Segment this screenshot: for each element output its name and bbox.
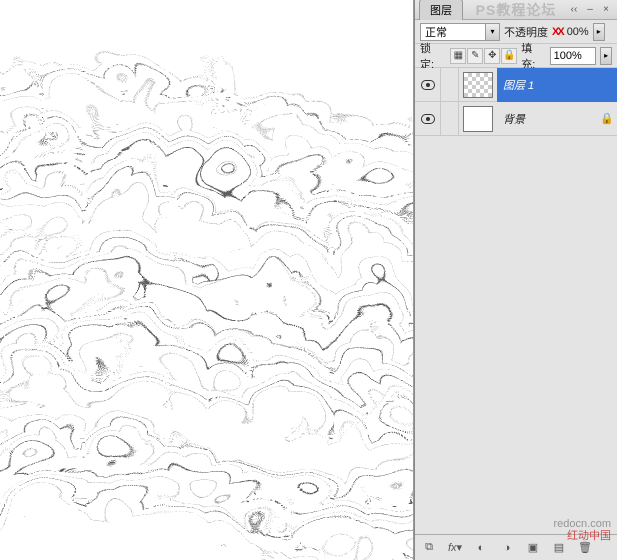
close-icon[interactable]: × [599,4,613,16]
fx-icon[interactable]: fx▾ [445,539,465,557]
layers-panel: 图层 PS教程论坛 ‹‹ – × 正常 ▾ 不透明度 XX 00% ▸ 锁定: ▦ … [414,0,617,560]
minimize-icon[interactable]: – [583,4,597,16]
layer-thumbnail[interactable] [463,106,493,132]
layer-row[interactable]: 图层 1 [415,68,617,102]
collapse-icon[interactable]: ‹‹ [567,4,581,16]
lock-position-icon[interactable]: ✥ [484,48,500,64]
opacity-flyout-icon[interactable]: ▸ [593,23,605,41]
link-column[interactable] [441,68,459,102]
layer-name[interactable]: 图层 1 [497,68,617,102]
visibility-toggle[interactable] [415,102,441,136]
panel-titlebar: 图层 PS教程论坛 ‹‹ – × [415,0,617,20]
lock-transparency-icon[interactable]: ▦ [450,48,466,64]
new-group-icon[interactable]: ▣ [523,539,543,557]
layer-mask-icon[interactable]: ◐ [471,539,491,557]
fill-input[interactable]: 100% [550,47,597,65]
layer-thumbnail[interactable] [463,72,493,98]
blend-mode-value: 正常 [425,24,447,40]
lock-pixels-icon[interactable]: ✎ [467,48,483,64]
lock-all-icon[interactable]: 🔒 [501,48,517,64]
opacity-label: 不透明度 [504,24,548,40]
opacity-xx-mark: XX [552,26,563,38]
lock-indicator-icon: 🔒 [597,112,617,125]
lock-row: 锁定: ▦ ✎ ✥ 🔒 填充: 100% ▸ [415,44,617,68]
watermark-text: PS教程论坛 [476,0,557,20]
visibility-toggle[interactable] [415,68,441,102]
layer-row[interactable]: 背景 🔒 [415,102,617,136]
layers-list: 图层 1 背景 🔒 [415,68,617,534]
blend-mode-select[interactable]: 正常 ▾ [420,23,500,41]
fill-flyout-icon[interactable]: ▸ [600,47,612,65]
link-layers-icon[interactable]: ⧉ [419,539,439,557]
eye-icon [421,114,435,124]
dropdown-arrow-icon: ▾ [485,24,499,40]
link-column[interactable] [441,102,459,136]
opacity-value: 00% [567,26,589,38]
layers-tab[interactable]: 图层 [419,0,463,20]
corner-watermark: redocn.com 红动中国 [554,518,611,542]
eye-icon [421,80,435,90]
document-canvas[interactable] [0,0,414,560]
adjustment-layer-icon[interactable]: ◑ [497,539,517,557]
lock-label: 锁定: [420,40,444,72]
blend-row: 正常 ▾ 不透明度 XX 00% ▸ [415,20,617,44]
layer-name[interactable]: 背景 [497,102,597,136]
fill-label: 填充: [521,40,545,72]
